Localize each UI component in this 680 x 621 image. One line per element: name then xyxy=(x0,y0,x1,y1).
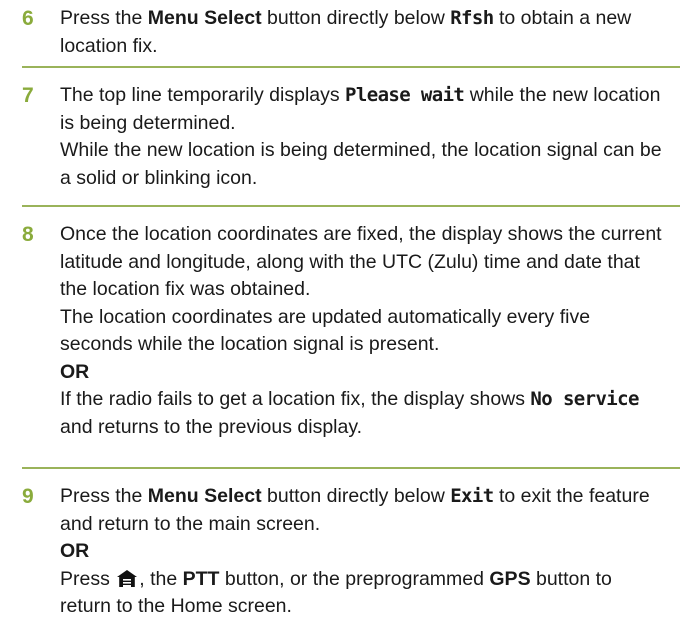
text-run: Once the location coordinates are fixed,… xyxy=(60,223,662,300)
step-paragraph: Press , the PTT button, or the preprogra… xyxy=(60,566,666,621)
step-number: 7 xyxy=(22,84,34,107)
text-run: While the new location is being determin… xyxy=(60,139,662,189)
bold-term: Menu Select xyxy=(147,7,262,29)
text-run: button, or the preprogrammed xyxy=(219,567,490,590)
step-paragraph: Press the Menu Select button directly be… xyxy=(60,483,666,538)
step-number: 8 xyxy=(22,223,34,246)
step-number: 6 xyxy=(22,7,34,30)
text-run: Press xyxy=(60,567,116,590)
procedure-page: 6 Press the Menu Select button directly … xyxy=(0,0,680,620)
text-run: , the xyxy=(139,567,183,590)
step-text: Press the Menu Select button directly be… xyxy=(60,483,666,621)
step-divider xyxy=(22,205,680,207)
text-run: and returns to the previous display. xyxy=(60,415,363,438)
step-text: Once the location coordinates are fixed,… xyxy=(60,221,666,441)
step-divider xyxy=(22,66,680,68)
text-run: The top line temporarily displays xyxy=(60,84,346,106)
step-paragraph: The location coordinates are updated aut… xyxy=(60,304,666,359)
step-paragraph: OR xyxy=(60,538,666,566)
text-run: button directly below xyxy=(261,7,451,29)
step-text: The top line temporarily displays Please… xyxy=(60,82,666,192)
text-run: Press the xyxy=(60,485,148,507)
bold-term: OR xyxy=(60,360,90,383)
step-number: 9 xyxy=(22,485,34,508)
text-run: button directly below xyxy=(261,485,451,507)
step-paragraph: OR xyxy=(60,359,666,387)
text-run: If the radio fails to get a location fix… xyxy=(60,388,531,410)
bold-term: PTT xyxy=(182,567,220,590)
display-text: Exit xyxy=(450,485,494,507)
step-paragraph: Press the Menu Select button directly be… xyxy=(60,5,666,60)
text-run: Press the xyxy=(60,7,148,29)
display-text: No service xyxy=(530,388,639,410)
step-text: Press the Menu Select button directly be… xyxy=(60,5,666,60)
step-divider xyxy=(22,467,680,469)
bold-term: GPS xyxy=(489,567,531,590)
display-text: Please wait xyxy=(345,84,465,106)
bold-term: Menu Select xyxy=(147,485,262,507)
home-icon xyxy=(117,568,138,587)
text-run: The location coordinates are updated aut… xyxy=(60,305,591,356)
step-paragraph: If the radio fails to get a location fix… xyxy=(60,386,666,441)
display-text: Rfsh xyxy=(450,7,494,29)
step-paragraph: The top line temporarily displays Please… xyxy=(60,82,666,137)
step-paragraph: While the new location is being determin… xyxy=(60,137,666,192)
step-paragraph: Once the location coordinates are fixed,… xyxy=(60,221,666,304)
bold-term: OR xyxy=(60,540,90,562)
